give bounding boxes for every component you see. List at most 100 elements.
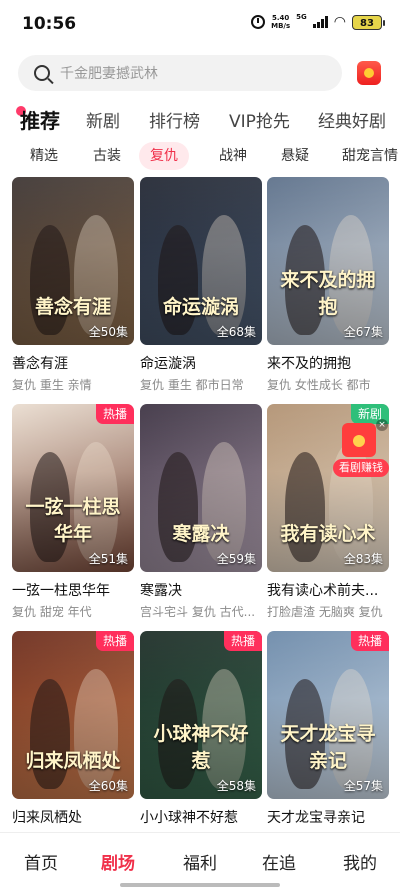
net-speed-unit: MB/s xyxy=(271,22,291,30)
poster-title-art: 归来凤栖处 xyxy=(25,750,121,772)
tab-recommend[interactable]: 推荐 xyxy=(20,105,60,134)
poster-shade xyxy=(267,631,389,799)
genre-romance[interactable]: 甜宠言情 xyxy=(331,142,400,170)
drama-card[interactable]: 寒露决 全59集 寒露决 宫斗宅斗 复仇 古代... xyxy=(140,404,262,620)
search-placeholder: 千金肥妻撼武林 xyxy=(60,66,158,82)
tab-classic[interactable]: 经典好剧 xyxy=(318,107,386,132)
drama-title[interactable]: 命运漩涡 xyxy=(140,353,262,373)
genre-tabs: 精选 古装 复仇 战神 悬疑 甜宠言情 xyxy=(0,142,400,172)
drama-card[interactable]: 命运漩涡 全68集 命运漩涡 复仇 重生 都市日常 xyxy=(140,177,262,393)
signal-label: 5G xyxy=(296,13,307,21)
drama-card[interactable]: 归来凤栖处 热播 全60集 归来凤栖处 xyxy=(12,631,134,827)
episode-count: 全68集 xyxy=(216,325,256,339)
tab-vip[interactable]: VIP抢先 xyxy=(229,107,290,132)
net-speed: 5.40 MB/s xyxy=(271,14,290,30)
nav-following[interactable]: 在追 xyxy=(262,849,296,874)
drama-poster[interactable]: 寒露决全59集 xyxy=(140,404,262,572)
status-bar: 10:56 5.40 MB/s 5G ◠ 83 xyxy=(0,0,400,48)
nav-theater[interactable]: 剧场 xyxy=(101,849,135,874)
poster-title-art: 来不及的拥抱 xyxy=(280,269,376,318)
drama-card[interactable]: 善念有涯 全50集 善念有涯 复仇 重生 亲情 xyxy=(12,177,134,393)
nav-welfare[interactable]: 福利 xyxy=(183,849,217,874)
poster-title-art: 命运漩涡 xyxy=(162,296,239,318)
drama-tags: 宫斗宅斗 复仇 古代... xyxy=(140,605,256,619)
genre-war-god[interactable]: 战神 xyxy=(208,142,258,170)
nav-home[interactable]: 首页 xyxy=(24,849,58,874)
drama-tags: 复仇 重生 都市日常 xyxy=(140,378,244,392)
drama-card[interactable]: 天才龙宝寻亲记 热播 全57集 天才龙宝寻亲记 xyxy=(267,631,389,827)
drama-tags: 复仇 重生 亲情 xyxy=(12,378,92,392)
drama-title[interactable]: 善念有涯 xyxy=(12,353,134,373)
poster-shade xyxy=(12,404,134,572)
drama-title[interactable]: 天才龙宝寻亲记 xyxy=(267,807,389,827)
drama-poster[interactable]: 归来凤栖处 热播全60集 xyxy=(12,631,134,799)
drama-title[interactable]: 小小球神不好惹 xyxy=(140,807,262,827)
tab-new[interactable]: 新剧 xyxy=(86,107,120,132)
poster-title-art: 一弦一柱思华年 xyxy=(25,496,121,545)
drama-poster[interactable]: 一弦一柱思华年 热播全51集 xyxy=(12,404,134,572)
genre-costume[interactable]: 古装 xyxy=(82,142,132,170)
episode-count: 全83集 xyxy=(343,552,383,566)
episode-count: 全59集 xyxy=(216,552,256,566)
drama-tags: 打脸虐渣 无脑爽 复仇 xyxy=(267,605,383,619)
status-time: 10:56 xyxy=(22,14,77,34)
drama-poster[interactable]: 命运漩涡全68集 xyxy=(140,177,262,345)
hot-badge: 热播 xyxy=(350,631,389,651)
hot-badge: 热播 xyxy=(223,631,262,651)
nav-mine[interactable]: 我的 xyxy=(343,849,377,874)
drama-card[interactable]: 来不及的拥抱 全67集 来不及的拥抱 复仇 女性成长 都市 xyxy=(267,177,389,393)
search-icon xyxy=(34,65,50,81)
net-speed-value: 5.40 xyxy=(272,14,290,22)
drama-title[interactable]: 来不及的拥抱 xyxy=(267,353,389,373)
poster-title-art: 寒露决 xyxy=(172,523,230,545)
episode-count: 全57集 xyxy=(343,779,383,793)
signal-icon xyxy=(312,16,328,28)
red-packet-icon xyxy=(342,423,376,457)
poster-shade xyxy=(140,631,262,799)
drama-card[interactable]: 一弦一柱思华年 热播 全51集 一弦一柱思华年 复仇 甜宠 年代 xyxy=(12,404,134,620)
wifi-icon: ◠ xyxy=(333,14,346,30)
episode-count: 全51集 xyxy=(88,552,128,566)
drama-title[interactable]: 一弦一柱思华年 xyxy=(12,580,134,600)
main-tabs: 推荐 新剧 排行榜 VIP抢先 经典好剧 xyxy=(0,107,400,141)
status-icons: 5.40 MB/s 5G ◠ 83 xyxy=(251,13,385,30)
episode-count: 全67集 xyxy=(343,325,383,339)
drama-tags: 复仇 女性成长 都市 xyxy=(267,378,371,392)
drama-title[interactable]: 寒露决 xyxy=(140,580,262,600)
poster-title-art: 我有读心术 xyxy=(280,523,376,545)
alarm-icon xyxy=(251,15,266,29)
red-packet-button[interactable] xyxy=(357,61,381,85)
poster-title-art: 天才龙宝寻亲记 xyxy=(280,723,376,772)
drama-card[interactable]: 小球神不好惹 热播全58集小小球神不好惹 xyxy=(140,631,262,827)
poster-title-art: 善念有涯 xyxy=(34,296,111,318)
drama-title[interactable]: 归来凤栖处 xyxy=(12,807,134,827)
drama-poster[interactable]: 天才龙宝寻亲记 热播全57集 xyxy=(267,631,389,799)
genre-revenge[interactable]: 复仇 xyxy=(139,142,189,170)
bottom-nav: 首页 剧场 福利 在追 我的 xyxy=(0,832,400,889)
poster-shade xyxy=(12,177,134,345)
poster-shade xyxy=(267,177,389,345)
episode-count: 全50集 xyxy=(88,325,128,339)
drama-poster[interactable]: 善念有涯全50集 xyxy=(12,177,134,345)
episode-count: 全58集 xyxy=(216,779,256,793)
hot-badge: 热播 xyxy=(95,404,134,424)
drama-title[interactable]: 我有读心术前夫... xyxy=(267,580,389,600)
close-icon[interactable]: × xyxy=(376,419,388,431)
reward-label: 看剧赚钱 xyxy=(333,459,389,477)
poster-shade xyxy=(140,177,262,345)
poster-shade xyxy=(140,404,262,572)
battery-icon: 83 xyxy=(352,14,385,30)
home-indicator xyxy=(120,883,280,887)
drama-poster[interactable]: 来不及的拥抱全67集 xyxy=(267,177,389,345)
poster-title-art: 小球神不好惹 xyxy=(153,723,249,772)
hot-badge: 热播 xyxy=(95,631,134,651)
drama-tags: 复仇 甜宠 年代 xyxy=(12,605,92,619)
episode-count: 全60集 xyxy=(88,779,128,793)
genre-featured[interactable]: 精选 xyxy=(19,142,69,170)
search-input[interactable]: 千金肥妻撼武林 xyxy=(18,55,342,91)
reward-float[interactable]: × 看剧赚钱 xyxy=(333,419,389,481)
genre-mystery[interactable]: 悬疑 xyxy=(270,142,320,170)
tab-ranking[interactable]: 排行榜 xyxy=(149,107,200,132)
poster-shade xyxy=(12,631,134,799)
drama-poster[interactable]: 小球神不好惹 热播全58集 xyxy=(140,631,262,799)
